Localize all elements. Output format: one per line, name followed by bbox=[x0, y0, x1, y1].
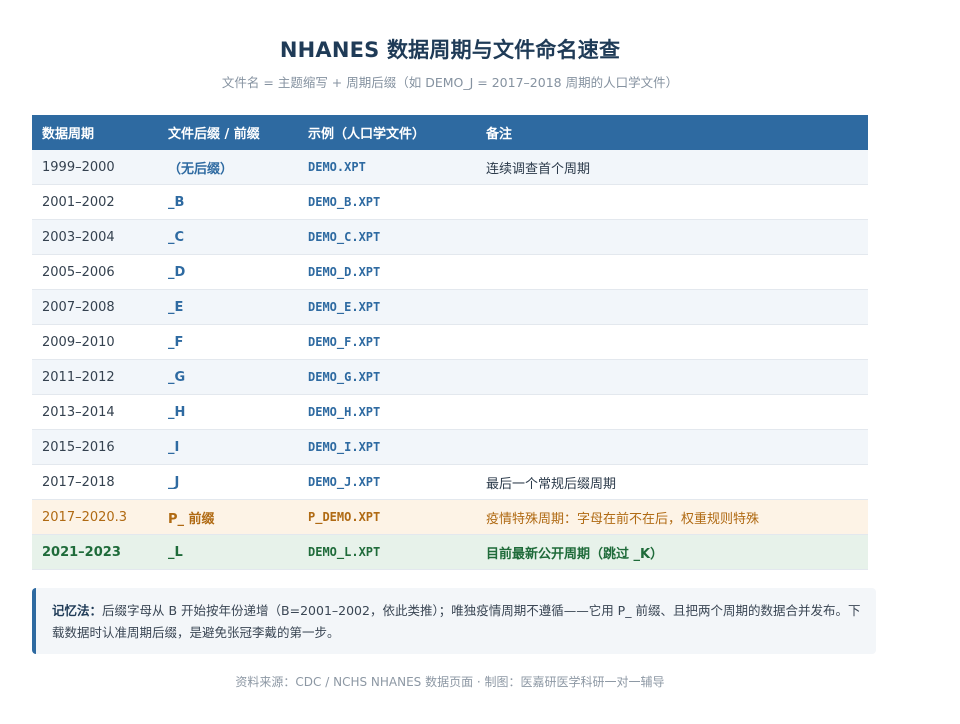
cell-period: 2007–2008 bbox=[32, 289, 158, 325]
table-row: 2009–2010 _F DEMO_F.XPT bbox=[32, 324, 868, 360]
cell-suffix: _C bbox=[158, 219, 298, 255]
table-row: 1999–2000 （无后缀） DEMO.XPT 连续调查首个周期 bbox=[32, 150, 868, 185]
cell-file: DEMO_I.XPT bbox=[298, 429, 476, 465]
cell-file: DEMO_H.XPT bbox=[298, 394, 476, 430]
cell-period: 2015–2016 bbox=[32, 429, 158, 465]
mnemonic-text: 后缀字母从 B 开始按年份递增（B=2001–2002，依此类推）；唯独疫情周期… bbox=[52, 603, 861, 640]
table-row-pandemic: 2017–2020.3 P_ 前缀 P_DEMO.XPT 疫情特殊周期：字母在前… bbox=[32, 499, 868, 535]
cell-period: 2021–2023 bbox=[32, 534, 158, 570]
cycle-table-container: 数据周期 文件后缀 / 前缀 示例（人口学文件） 备注 1999–2000 （无… bbox=[32, 115, 868, 570]
cell-file: DEMO_D.XPT bbox=[298, 254, 476, 290]
cell-note: 连续调查首个周期 bbox=[476, 150, 868, 185]
cell-note bbox=[476, 359, 868, 395]
column-header-note: 备注 bbox=[476, 115, 868, 150]
cell-note: 目前最新公开周期（跳过 _K） bbox=[476, 534, 868, 570]
cell-period: 2009–2010 bbox=[32, 324, 158, 360]
cell-file: DEMO_E.XPT bbox=[298, 289, 476, 325]
cell-period: 2011–2012 bbox=[32, 359, 158, 395]
cell-suffix: P_ 前缀 bbox=[158, 499, 298, 535]
cell-file: DEMO_F.XPT bbox=[298, 324, 476, 360]
table-row-latest: 2021–2023 _L DEMO_L.XPT 目前最新公开周期（跳过 _K） bbox=[32, 534, 868, 570]
cell-period: 2003–2004 bbox=[32, 219, 158, 255]
table-row: 2001–2002 _B DEMO_B.XPT bbox=[32, 184, 868, 220]
cell-period: 2005–2006 bbox=[32, 254, 158, 290]
page-title: NHANES 数据周期与文件命名速查 bbox=[279, 38, 621, 62]
cell-period: 2017–2018 bbox=[32, 464, 158, 500]
cell-note bbox=[476, 289, 868, 325]
cell-file: DEMO_G.XPT bbox=[298, 359, 476, 395]
cell-note bbox=[476, 429, 868, 465]
cell-suffix: _F bbox=[158, 324, 298, 360]
page-subtitle: 文件名 = 主题缩写 + 周期后缀（如 DEMO_J = 2017–2018 周… bbox=[221, 75, 679, 90]
column-header-period: 数据周期 bbox=[32, 115, 158, 150]
cell-suffix: _B bbox=[158, 184, 298, 220]
cell-note bbox=[476, 184, 868, 220]
cell-note bbox=[476, 394, 868, 430]
cell-period: 2017–2020.3 bbox=[32, 499, 158, 535]
cell-suffix: _I bbox=[158, 429, 298, 465]
table-body: 1999–2000 （无后缀） DEMO.XPT 连续调查首个周期 2001–2… bbox=[32, 150, 868, 570]
cell-note bbox=[476, 219, 868, 255]
table-row: 2005–2006 _D DEMO_D.XPT bbox=[32, 254, 868, 290]
column-header-suffix: 文件后缀 / 前缀 bbox=[158, 115, 298, 150]
table-row: 2003–2004 _C DEMO_C.XPT bbox=[32, 219, 868, 255]
table-row: 2013–2014 _H DEMO_H.XPT bbox=[32, 394, 868, 430]
source-footer: 资料来源：CDC / NCHS NHANES 数据页面 · 制图：医嘉研医学科研… bbox=[235, 675, 665, 689]
cell-file: P_DEMO.XPT bbox=[298, 499, 476, 535]
mnemonic-callout: 记忆法：后缀字母从 B 开始按年份递增（B=2001–2002，依此类推）；唯独… bbox=[32, 588, 876, 654]
cell-suffix: _D bbox=[158, 254, 298, 290]
cell-suffix: （无后缀） bbox=[158, 150, 298, 185]
cycle-table: 数据周期 文件后缀 / 前缀 示例（人口学文件） 备注 1999–2000 （无… bbox=[32, 115, 868, 570]
table-row: 2011–2012 _G DEMO_G.XPT bbox=[32, 359, 868, 395]
table-row: 2015–2016 _I DEMO_I.XPT bbox=[32, 429, 868, 465]
cell-suffix: _H bbox=[158, 394, 298, 430]
cell-suffix: _G bbox=[158, 359, 298, 395]
cell-period: 2013–2014 bbox=[32, 394, 158, 430]
cell-suffix: _J bbox=[158, 464, 298, 500]
cell-note: 最后一个常规后缀周期 bbox=[476, 464, 868, 500]
cell-period: 1999–2000 bbox=[32, 150, 158, 185]
cell-file: DEMO_C.XPT bbox=[298, 219, 476, 255]
table-row: 2007–2008 _E DEMO_E.XPT bbox=[32, 289, 868, 325]
cell-file: DEMO_B.XPT bbox=[298, 184, 476, 220]
cell-file: DEMO.XPT bbox=[298, 150, 476, 185]
cell-note: 疫情特殊周期：字母在前不在后，权重规则特殊 bbox=[476, 499, 868, 535]
cell-period: 2001–2002 bbox=[32, 184, 158, 220]
cell-suffix: _L bbox=[158, 534, 298, 570]
cell-file: DEMO_J.XPT bbox=[298, 464, 476, 500]
cell-suffix: _E bbox=[158, 289, 298, 325]
cell-note bbox=[476, 254, 868, 290]
cell-note bbox=[476, 324, 868, 360]
cell-file: DEMO_L.XPT bbox=[298, 534, 476, 570]
table-header-row: 数据周期 文件后缀 / 前缀 示例（人口学文件） 备注 bbox=[32, 115, 868, 150]
mnemonic-label: 记忆法： bbox=[52, 603, 103, 618]
table-row: 2017–2018 _J DEMO_J.XPT 最后一个常规后缀周期 bbox=[32, 464, 868, 500]
column-header-example: 示例（人口学文件） bbox=[298, 115, 476, 150]
